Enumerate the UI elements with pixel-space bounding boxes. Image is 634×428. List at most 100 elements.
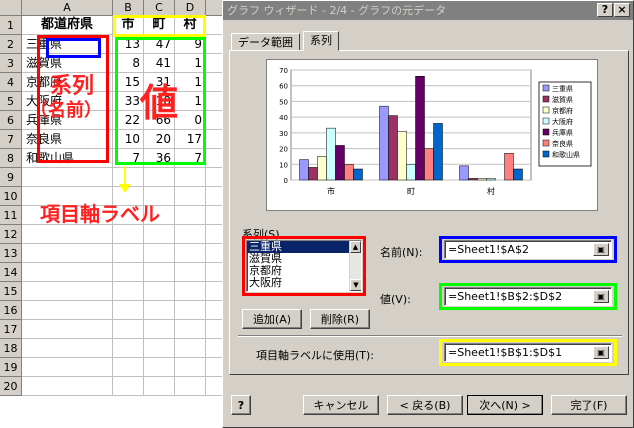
help-title-button[interactable]: ?	[597, 3, 613, 17]
sheet-cell[interactable]	[113, 339, 144, 358]
row-header[interactable]: 20	[0, 377, 22, 396]
sheet-cell[interactable]	[22, 377, 113, 396]
column-header[interactable]: C	[144, 0, 175, 16]
sheet-cell[interactable]: 1	[175, 54, 206, 73]
sheet-cell[interactable]: 22	[113, 111, 144, 130]
sheet-cell[interactable]	[206, 301, 222, 320]
sheet-cell[interactable]: 京都府	[22, 73, 113, 92]
sheet-cell[interactable]	[22, 301, 113, 320]
sheet-cell[interactable]: 10	[113, 130, 144, 149]
sheet-cell[interactable]	[206, 54, 222, 73]
sheet-cell[interactable]: 36	[144, 149, 175, 168]
sheet-cell[interactable]	[206, 92, 222, 111]
sheet-cell[interactable]	[175, 263, 206, 282]
sheet-cell[interactable]: 20	[144, 130, 175, 149]
sheet-cell[interactable]	[144, 282, 175, 301]
sheet-cell[interactable]	[22, 320, 113, 339]
row-header[interactable]: 12	[0, 225, 22, 244]
sheet-cell[interactable]	[113, 244, 144, 263]
sheet-cell[interactable]: 10	[144, 92, 175, 111]
row-header[interactable]: 16	[0, 301, 22, 320]
sheet-cell[interactable]	[206, 35, 222, 54]
sheet-cell[interactable]	[206, 358, 222, 377]
sheet-cell[interactable]	[175, 377, 206, 396]
sheet-cell[interactable]: 17	[175, 130, 206, 149]
sheet-cell[interactable]	[144, 244, 175, 263]
sheet-cell[interactable]: 0	[175, 111, 206, 130]
sheet-cell[interactable]	[206, 73, 222, 92]
sheet-cell[interactable]	[175, 187, 206, 206]
sheet-cell[interactable]: 町	[144, 16, 175, 35]
sheet-cell[interactable]	[206, 263, 222, 282]
row-header[interactable]: 3	[0, 54, 22, 73]
range-select-icon[interactable]: ▣	[593, 346, 609, 359]
sheet-cell[interactable]	[113, 301, 144, 320]
sheet-cell[interactable]: 奈良県	[22, 130, 113, 149]
column-header[interactable]	[206, 0, 222, 16]
sheet-cell[interactable]: 33	[113, 92, 144, 111]
row-header[interactable]: 14	[0, 263, 22, 282]
sheet-cell[interactable]: 市	[113, 16, 144, 35]
sheet-cell[interactable]	[144, 301, 175, 320]
sheet-cell[interactable]	[113, 263, 144, 282]
sheet-cell[interactable]	[22, 339, 113, 358]
sheet-cell[interactable]	[22, 187, 113, 206]
sheet-cell[interactable]	[113, 358, 144, 377]
sheet-cell[interactable]	[113, 225, 144, 244]
sheet-cell[interactable]	[206, 149, 222, 168]
name-field[interactable]: =Sheet1!$A$2 ▣	[444, 240, 612, 259]
sheet-cell[interactable]	[175, 225, 206, 244]
sheet-cell[interactable]: 兵庫県	[22, 111, 113, 130]
row-header[interactable]: 13	[0, 244, 22, 263]
sheet-cell[interactable]: 15	[113, 73, 144, 92]
series-list-item[interactable]: 大阪府	[247, 277, 349, 289]
sheet-cell[interactable]	[206, 206, 222, 225]
row-header[interactable]: 17	[0, 320, 22, 339]
sheet-cell[interactable]: 47	[144, 35, 175, 54]
sheet-cell[interactable]: 66	[144, 111, 175, 130]
sheet-cell[interactable]: 8	[113, 54, 144, 73]
range-select-icon[interactable]: ▣	[593, 243, 609, 256]
sheet-cell[interactable]	[175, 282, 206, 301]
sheet-cell[interactable]	[144, 187, 175, 206]
column-header[interactable]: B	[113, 0, 144, 16]
sheet-cell[interactable]	[206, 339, 222, 358]
sheet-cell[interactable]	[206, 111, 222, 130]
range-select-icon[interactable]: ▣	[593, 290, 609, 303]
sheet-cell[interactable]: 滋賀県	[22, 54, 113, 73]
column-header[interactable]: A	[22, 0, 113, 16]
row-header[interactable]: 7	[0, 130, 22, 149]
sheet-cell[interactable]: 7	[175, 149, 206, 168]
row-header[interactable]: 19	[0, 358, 22, 377]
sheet-cell[interactable]	[144, 358, 175, 377]
sheet-cell[interactable]	[206, 130, 222, 149]
sheet-cell[interactable]: 都道府県	[22, 16, 113, 35]
close-button[interactable]: ×	[614, 3, 630, 17]
sheet-cell[interactable]	[22, 168, 113, 187]
sheet-cell[interactable]	[175, 301, 206, 320]
row-header[interactable]: 2	[0, 35, 22, 54]
sheet-cell[interactable]	[206, 187, 222, 206]
sheet-cell[interactable]	[113, 320, 144, 339]
sheet-cell[interactable]	[22, 206, 113, 225]
sheet-cell[interactable]	[206, 168, 222, 187]
add-series-button[interactable]: 追加(A)	[242, 309, 302, 329]
sheet-cell[interactable]	[175, 320, 206, 339]
back-button[interactable]: < 戻る(B)	[387, 395, 463, 415]
row-header[interactable]: 6	[0, 111, 22, 130]
row-header[interactable]: 1	[0, 16, 22, 35]
sheet-cell[interactable]	[206, 320, 222, 339]
row-header[interactable]: 11	[0, 206, 22, 225]
sheet-cell[interactable]	[22, 244, 113, 263]
sheet-cell[interactable]	[175, 339, 206, 358]
sheet-cell[interactable]: 13	[113, 35, 144, 54]
values-field[interactable]: =Sheet1!$B$2:$D$2 ▣	[444, 287, 612, 306]
row-header[interactable]: 8	[0, 149, 22, 168]
sheet-cell[interactable]	[175, 206, 206, 225]
sheet-cell[interactable]	[206, 225, 222, 244]
sheet-cell[interactable]: 9	[175, 35, 206, 54]
sheet-cell[interactable]	[144, 206, 175, 225]
sheet-cell[interactable]	[206, 282, 222, 301]
row-header[interactable]: 9	[0, 168, 22, 187]
series-listbox[interactable]: 三重県 滋賀県 京都府 大阪府 ▲ ▼	[246, 240, 362, 292]
